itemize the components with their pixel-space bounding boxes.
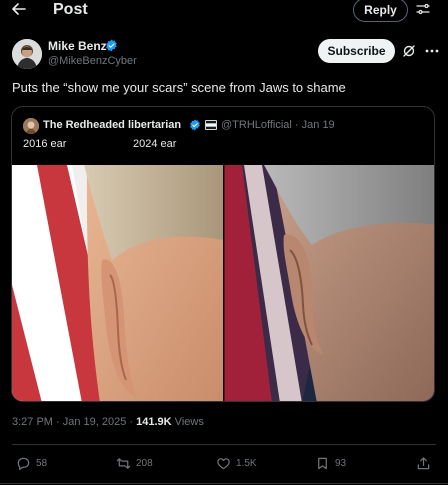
author-handle[interactable]: @MikeBenzCyber xyxy=(48,55,137,67)
views-label: Views xyxy=(171,416,204,428)
quote-caption-right: 2024 ear xyxy=(133,138,177,150)
avatar[interactable] xyxy=(12,39,42,69)
quote-media-image[interactable] xyxy=(12,165,435,402)
like-count: 1.5K xyxy=(236,457,257,469)
bookmark-count: 93 xyxy=(335,457,347,469)
divider xyxy=(12,444,436,445)
post-text: Puts the “show me your scars” scene from… xyxy=(12,80,346,95)
repost-count: 208 xyxy=(136,457,153,469)
share-action[interactable] xyxy=(416,455,431,471)
post-meta: 3:27 PM · Jan 19, 2025 · 141.9K Views xyxy=(12,416,204,428)
divider xyxy=(0,483,448,484)
share-icon xyxy=(417,456,430,469)
more-icon[interactable] xyxy=(424,44,440,58)
post-timestamp[interactable]: 3:27 PM · Jan 19, 2025 · xyxy=(12,416,136,428)
reply-action[interactable]: 58 xyxy=(16,455,47,471)
reply-button[interactable]: Reply xyxy=(353,0,408,22)
reply-count: 58 xyxy=(36,457,48,469)
like-icon xyxy=(217,457,230,469)
subscribe-button[interactable]: Subscribe xyxy=(318,39,395,63)
settings-icon[interactable] xyxy=(416,2,430,16)
repost-action[interactable]: 208 xyxy=(116,455,153,471)
quote-author-name[interactable]: The Redheaded libertarian xyxy=(43,119,181,131)
views-count: 141.9K xyxy=(136,416,172,428)
like-action[interactable]: 1.5K xyxy=(216,455,257,471)
back-arrow-icon[interactable] xyxy=(11,1,27,17)
verified-icon xyxy=(190,119,200,131)
verified-icon xyxy=(106,39,117,52)
page-title: Post xyxy=(53,1,88,18)
quoted-post-card[interactable]: The Redheaded libertarian @TRHLofficial … xyxy=(11,106,435,402)
flag-icon xyxy=(205,120,217,130)
top-bar: Post Reply xyxy=(0,0,448,24)
reply-icon xyxy=(17,457,30,470)
author-name[interactable]: Mike Benz xyxy=(48,39,107,53)
bookmark-icon xyxy=(318,457,327,469)
bookmark-action[interactable]: 93 xyxy=(315,455,346,471)
grok-icon[interactable] xyxy=(402,44,416,58)
quote-handle-date[interactable]: @TRHLofficial · Jan 19 xyxy=(221,119,335,131)
repost-icon xyxy=(116,457,131,469)
quote-caption-left: 2016 ear xyxy=(23,138,67,150)
quote-avatar[interactable] xyxy=(23,118,39,134)
